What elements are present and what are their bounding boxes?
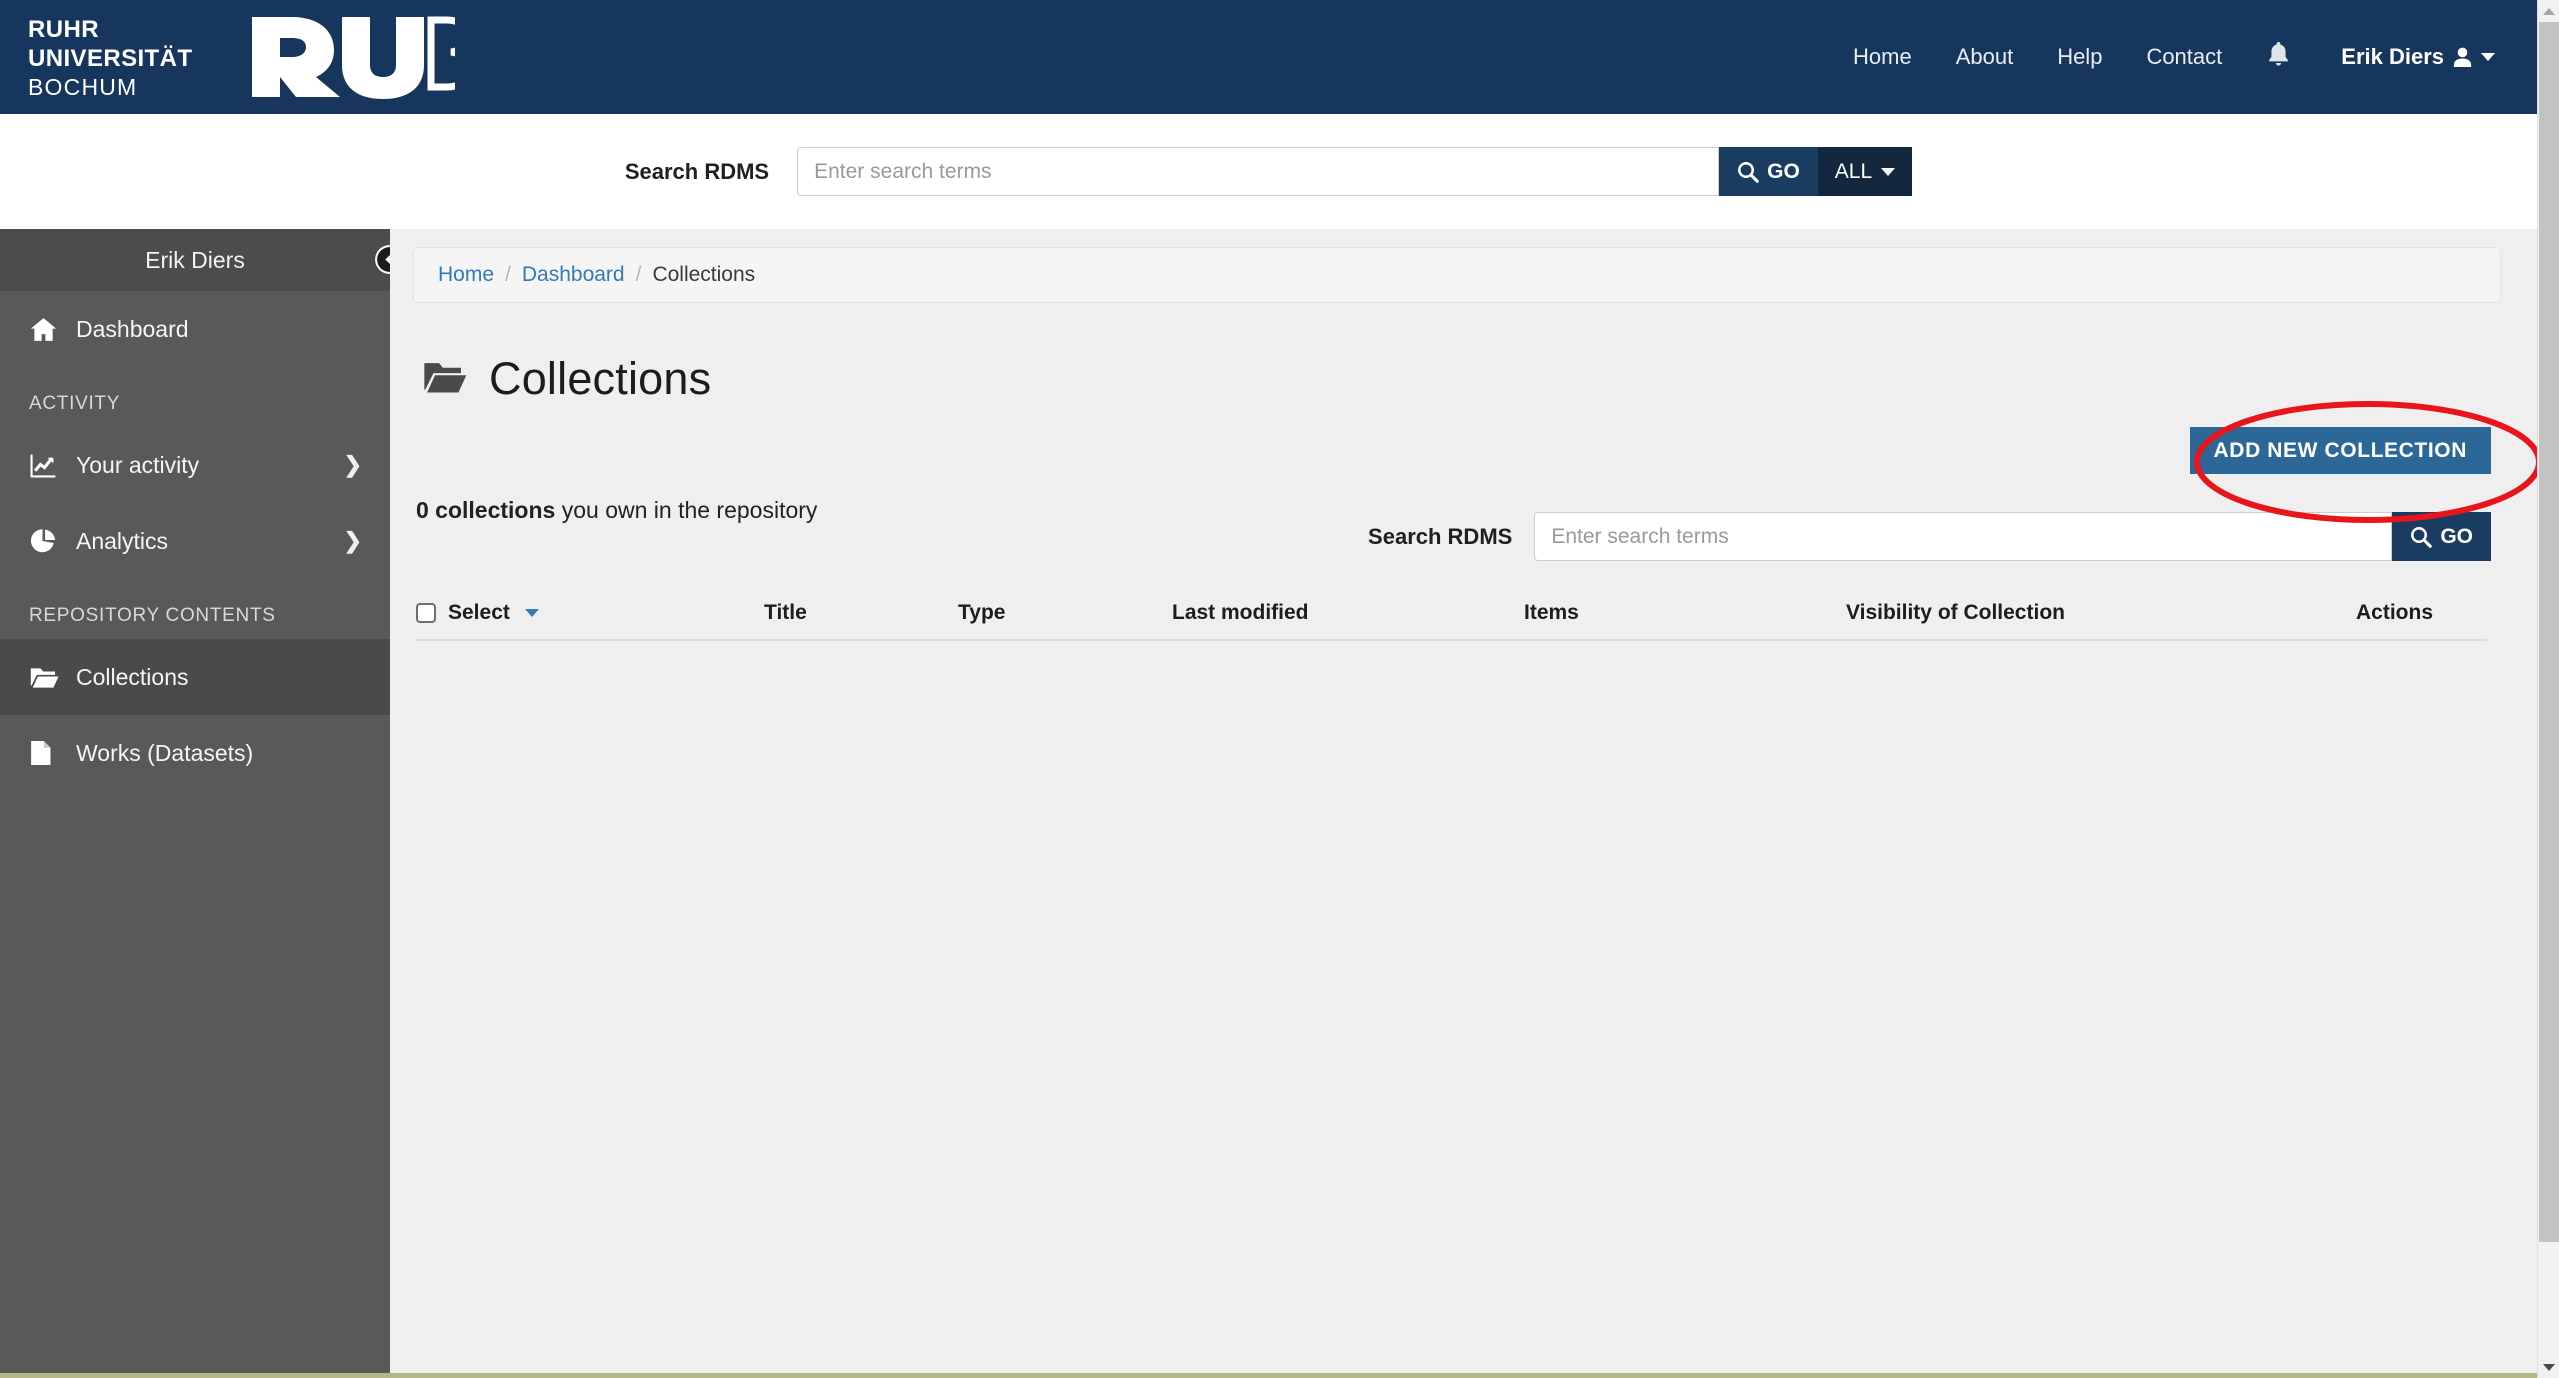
global-search-scope-label: ALL [1834, 159, 1873, 183]
sidebar-item-works-datasets-label: Works (Datasets) [76, 739, 254, 766]
breadcrumb-separator: / [505, 263, 511, 286]
global-search-go-button[interactable]: GO [1719, 147, 1818, 196]
main-content: Home / Dashboard / Collections Collectio… [390, 229, 2537, 1373]
wordmark-line-3: BOCHUM [28, 74, 138, 101]
scrollbar-down-button[interactable] [2538, 1356, 2559, 1378]
sidebar-item-your-activity-label: Your activity [76, 451, 200, 478]
collections-search-label: Search RDMS [1368, 523, 1513, 549]
sidebar-item-dashboard[interactable]: Dashboard [0, 291, 390, 367]
sidebar-item-collections-label: Collections [76, 663, 189, 690]
sidebar-item-dashboard-label: Dashboard [76, 315, 189, 342]
sidebar: Erik Diers Dashboard ACTIVITY Your activ… [0, 229, 404, 1373]
sidebar-item-analytics-label: Analytics [76, 527, 169, 554]
column-header-last-modified[interactable]: Last modified [1172, 601, 1524, 625]
page-actions: ADD NEW COLLECTION [413, 427, 2501, 487]
page-scrollbar[interactable] [2537, 0, 2559, 1378]
column-header-type[interactable]: Type [958, 601, 1172, 625]
collections-search-go-button[interactable]: GO [2392, 512, 2491, 561]
bell-icon[interactable] [2244, 41, 2313, 73]
user-name-label: Erik Diers [2341, 44, 2444, 69]
breadcrumb-separator: / [635, 263, 642, 286]
search-icon [1738, 161, 1759, 183]
column-header-visibility[interactable]: Visibility of Collection [1846, 601, 2356, 625]
top-navigation: Home About Help Contact Erik Diers [1831, 41, 2537, 73]
sidebar-item-works-datasets[interactable]: Works (Datasets) [0, 715, 390, 791]
scrollbar-thumb[interactable] [2539, 22, 2559, 1242]
line-chart-icon [30, 453, 76, 478]
nav-link-contact[interactable]: Contact [2124, 44, 2244, 70]
nav-link-about[interactable]: About [1934, 44, 2036, 70]
nav-link-home[interactable]: Home [1831, 44, 1934, 70]
breadcrumb-current-collections: Collections [652, 263, 756, 286]
wordmark-line-2: UNIVERSITÄT [28, 44, 193, 72]
page-title: Collections [413, 353, 2501, 405]
global-search-go-label: GO [1767, 159, 1800, 183]
top-header-bar: RUHR UNIVERSITÄT BOCHUM Home About Help … [0, 0, 2537, 114]
wordmark-line-1: RUHR [28, 15, 99, 43]
collections-count-value: 0 collections [416, 497, 556, 523]
collections-count-suffix: you own in the repository [555, 497, 818, 523]
global-search-bar: Search RDMS GO ALL [0, 114, 2537, 229]
column-header-items[interactable]: Items [1524, 601, 1846, 625]
home-icon [30, 317, 76, 342]
university-wordmark: RUHR UNIVERSITÄT BOCHUM [28, 13, 192, 102]
page-title-text: Collections [489, 353, 712, 404]
sidebar-item-collections[interactable]: Collections [0, 639, 390, 715]
collections-search-go-label: GO [2440, 524, 2473, 548]
select-all-label: Select [448, 601, 510, 624]
sidebar-user-header: Erik Diers [0, 229, 390, 291]
add-new-collection-button[interactable]: ADD NEW COLLECTION [2189, 427, 2491, 474]
page-bottom-edge [0, 1373, 2537, 1378]
select-all-checkbox[interactable] [416, 603, 436, 623]
pie-chart-icon [30, 528, 76, 554]
chevron-right-icon: ❯ [343, 528, 362, 553]
breadcrumb-link-home[interactable]: Home [438, 263, 494, 287]
chevron-up-icon [2542, 7, 2555, 15]
breadcrumb: Home / Dashboard / Collections [413, 247, 2501, 303]
chevron-down-icon [2542, 1363, 2555, 1371]
sidebar-user-name: Erik Diers [145, 246, 245, 273]
table-header-divider [416, 639, 2487, 641]
column-header-actions: Actions [2356, 601, 2434, 624]
search-icon [2411, 526, 2433, 548]
sidebar-section-repository-contents: REPOSITORY CONTENTS [29, 605, 276, 626]
breadcrumb-link-dashboard[interactable]: Dashboard [522, 263, 625, 287]
rub-logotype-icon [250, 14, 456, 100]
collections-search-input[interactable] [1534, 512, 2393, 561]
column-header-title[interactable]: Title [764, 601, 958, 625]
sidebar-item-your-activity[interactable]: Your activity ❯ [0, 427, 390, 503]
folder-open-icon [30, 665, 76, 689]
global-search-label: Search RDMS [624, 158, 770, 184]
collections-table-header: Select Title Type Last modified Items Vi… [413, 587, 2501, 639]
folder-open-icon [423, 359, 467, 400]
user-icon [2453, 47, 2472, 67]
sidebar-section-activity: ACTIVITY [29, 393, 121, 414]
global-search-input[interactable] [797, 147, 1720, 196]
chevron-right-icon: ❯ [343, 452, 362, 477]
file-icon [30, 740, 76, 766]
scrollbar-up-button[interactable] [2538, 0, 2559, 22]
nav-link-help[interactable]: Help [2035, 44, 2124, 70]
chevron-down-icon [524, 609, 539, 617]
select-all-dropdown[interactable]: Select [416, 601, 764, 625]
global-search-scope-dropdown[interactable]: ALL [1817, 147, 1913, 196]
brand-logo-group[interactable]: RUHR UNIVERSITÄT BOCHUM [0, 13, 456, 102]
sidebar-item-analytics[interactable]: Analytics ❯ [0, 503, 390, 579]
chevron-down-icon [1881, 167, 1896, 176]
user-menu[interactable]: Erik Diers [2313, 44, 2495, 70]
chevron-down-icon [2481, 53, 2495, 61]
